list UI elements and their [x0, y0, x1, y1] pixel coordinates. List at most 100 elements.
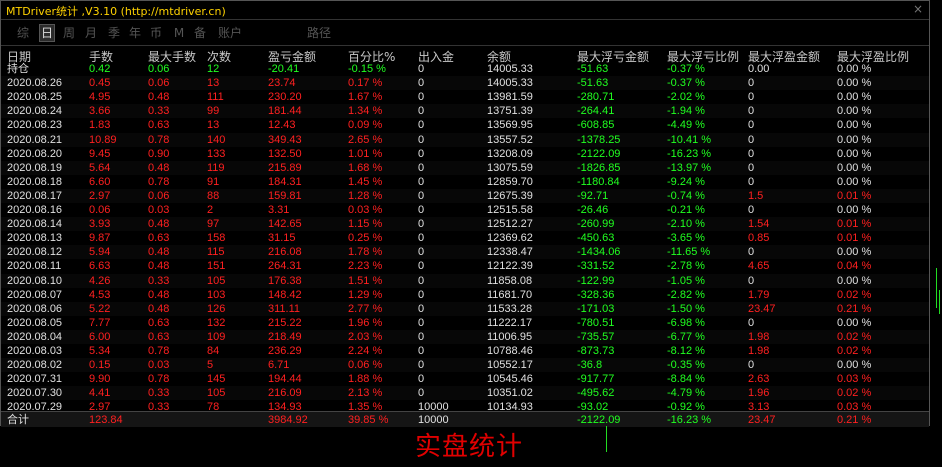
- table-cell: 0: [748, 246, 755, 259]
- table-cell: 0: [748, 359, 755, 372]
- table-cell: -171.03: [577, 302, 615, 315]
- table-cell: 31.15: [268, 232, 296, 245]
- table-cell: 0: [418, 345, 425, 357]
- table-cell: 2020.08.19: [7, 161, 63, 174]
- table-cell: 148.42: [268, 288, 302, 301]
- tab-5[interactable]: 年: [128, 25, 142, 41]
- table-cell: 2020.08.16: [7, 204, 63, 216]
- table-cell: 0.09 %: [348, 119, 383, 132]
- table-cell: 0: [418, 330, 425, 343]
- tab-7[interactable]: M: [172, 25, 186, 41]
- tab-2[interactable]: 周: [62, 25, 76, 41]
- tab-0[interactable]: 综: [16, 25, 30, 41]
- table-cell: -92.71: [577, 189, 609, 202]
- close-icon[interactable]: ×: [913, 2, 923, 16]
- tab-10[interactable]: 路径: [305, 25, 333, 41]
- table-cell: 0.85: [748, 232, 770, 245]
- stats-window: MTDriver统计 ,V3.10 (http://mtdriver.cn) ×…: [0, 0, 930, 427]
- table-cell: 2.03 %: [348, 330, 383, 343]
- table-row[interactable]: 2020.08.11 6.63 0.48 151 264.31 2.23 % 0 12122.…: [1, 259, 929, 273]
- table-row[interactable]: 2020.08.02 0.15 0.03 5 6.71 0.06 % 0 10552.17 -3…: [1, 358, 929, 373]
- table-cell: 2020.08.14: [7, 218, 63, 231]
- table-cell: 133: [207, 147, 226, 160]
- table-cell: 0.01 %: [837, 232, 872, 245]
- table-row[interactable]: 2020.08.10 4.26 0.33 105 176.38 1.51 % 0 11858.…: [1, 273, 929, 288]
- table-row[interactable]: 2020.08.24 3.66 0.33 99 181.44 1.34 % 0 13751.3…: [1, 104, 929, 119]
- table-cell: 0: [748, 274, 755, 287]
- table-row[interactable]: 2020.08.07 4.53 0.48 103 148.42 1.29 % 0 11681.…: [1, 288, 929, 302]
- table-cell: -36.8: [577, 359, 603, 372]
- table-cell: 0: [418, 133, 425, 146]
- table-cell: 2020.07.31: [7, 373, 63, 386]
- table-row[interactable]: 2020.08.20 9.45 0.90 133 132.50 1.01 % 0 13208.…: [1, 147, 929, 161]
- table-cell: 6.00: [89, 330, 111, 343]
- table-cell: 2020.07.30: [7, 387, 63, 400]
- table-cell: 236.29: [268, 345, 302, 357]
- title-bar[interactable]: MTDriver统计 ,V3.10 (http://mtdriver.cn) ×: [1, 1, 929, 20]
- table-cell: 0.03: [148, 204, 170, 216]
- table-cell: 0.00 %: [837, 119, 872, 132]
- table-cell: -4.49 %: [667, 119, 705, 132]
- table-row[interactable]: 2020.08.18 6.60 0.78 91 184.31 1.45 % 0 12859.7…: [1, 175, 929, 189]
- table-cell: 0.78: [148, 175, 170, 188]
- table-cell: -0.21 %: [667, 204, 705, 216]
- table-cell: -1378.25: [577, 133, 621, 146]
- table-row[interactable]: 2020.08.25 4.95 0.48 111 230.20 1.67 % 0 13981.…: [1, 90, 929, 104]
- table-row[interactable]: 2020.08.17 2.97 0.06 88 159.81 1.28 % 0 12675.3…: [1, 188, 929, 203]
- table-cell: -260.99: [577, 218, 615, 231]
- table-cell: 1.01 %: [348, 147, 383, 160]
- table-cell: 12369.62: [487, 232, 533, 245]
- tab-1[interactable]: 日: [39, 24, 55, 42]
- table-cell: 142.65: [268, 218, 302, 231]
- tab-6[interactable]: 币: [149, 25, 163, 41]
- tab-3[interactable]: 月: [84, 25, 98, 41]
- tab-9[interactable]: 账户: [216, 25, 244, 41]
- tab-4[interactable]: 季: [107, 25, 121, 41]
- table-cell: 12859.70: [487, 175, 533, 188]
- table-cell: 11681.70: [487, 288, 533, 301]
- table-row[interactable]: 2020.08.16 0.06 0.03 2 3.31 0.03 % 0 12515.58 -2…: [1, 203, 929, 217]
- table-cell: 14005.33: [487, 77, 533, 90]
- table-cell: 2.23 %: [348, 260, 383, 273]
- table-row[interactable]: 2020.07.31 9.90 0.78 145 194.44 1.88 % 0 10545.…: [1, 372, 929, 386]
- table-cell: 0.90: [148, 147, 170, 160]
- table-cell: 132: [207, 316, 226, 329]
- table-row[interactable]: 2020.08.26 0.45 0.06 13 23.74 0.17 % 0 14005.33…: [1, 76, 929, 91]
- table-row[interactable]: 2020.08.04 6.00 0.63 109 218.49 2.03 % 0 11006.…: [1, 329, 929, 344]
- table-cell: 1.96 %: [348, 316, 383, 329]
- table-cell: 2020.08.04: [7, 330, 63, 343]
- table-row[interactable]: 2020.07.30 4.41 0.33 105 216.09 2.13 % 0 10351.…: [1, 386, 929, 401]
- table-cell: -20.41: [268, 63, 300, 75]
- table-cell: -1.05 %: [667, 274, 705, 287]
- table-cell: 264.31: [268, 260, 302, 273]
- table-cell: 0.33: [148, 274, 170, 287]
- table-cell: 3.93: [89, 218, 111, 231]
- table-row[interactable]: 2020.08.21 10.89 0.78 140 349.43 2.65 % 0 13557…: [1, 132, 929, 147]
- table-cell: 0.01 %: [837, 218, 872, 231]
- table-row[interactable]: 2020.08.06 5.22 0.48 126 311.11 2.77 % 0 11533.…: [1, 301, 929, 316]
- table-cell: 13569.95: [487, 119, 533, 132]
- table-cell: 109: [207, 330, 226, 343]
- table-row[interactable]: 2020.08.19 5.64 0.48 119 215.89 1.68 % 0 13075.…: [1, 160, 929, 175]
- table-cell: 181.44: [268, 105, 302, 118]
- table-cell: 0.00 %: [837, 161, 872, 174]
- table-cell: 0: [418, 232, 425, 245]
- tab-8[interactable]: 备: [193, 25, 207, 41]
- table-row[interactable]: 2020.08.13 9.87 0.63 158 31.15 0.25 % 0 12369.6…: [1, 231, 929, 245]
- table-row[interactable]: 2020.08.05 7.77 0.63 132 215.22 1.96 % 0 11222.…: [1, 316, 929, 330]
- table-cell: 12675.39: [487, 189, 533, 202]
- open-position-row[interactable]: 持仓 0.42 0.06 12 -20.41 -0.15 % 0 14005.33 -51.63…: [1, 62, 929, 76]
- table-row[interactable]: 2020.08.03 5.34 0.78 84 236.29 2.24 % 0 10788.4…: [1, 344, 929, 358]
- table-cell: 0.78: [148, 345, 170, 357]
- table-cell: -331.52: [577, 260, 615, 273]
- table-cell: 349.43: [268, 133, 302, 146]
- table-row[interactable]: 2020.08.23 1.83 0.63 13 12.43 0.09 % 0 13569.95…: [1, 118, 929, 132]
- table-cell: 10351.02: [487, 387, 533, 400]
- table-cell: 0.00 %: [837, 274, 872, 287]
- table-cell: 0.00 %: [837, 77, 872, 90]
- table-cell: -608.85: [577, 119, 615, 132]
- table-row[interactable]: 2020.08.12 5.94 0.48 115 216.08 1.78 % 0 12338.…: [1, 245, 929, 260]
- table-cell: 1.5: [748, 189, 764, 202]
- table-cell: 4.41: [89, 387, 111, 400]
- table-row[interactable]: 2020.08.14 3.93 0.48 97 142.65 1.15 % 0 12512.2…: [1, 217, 929, 232]
